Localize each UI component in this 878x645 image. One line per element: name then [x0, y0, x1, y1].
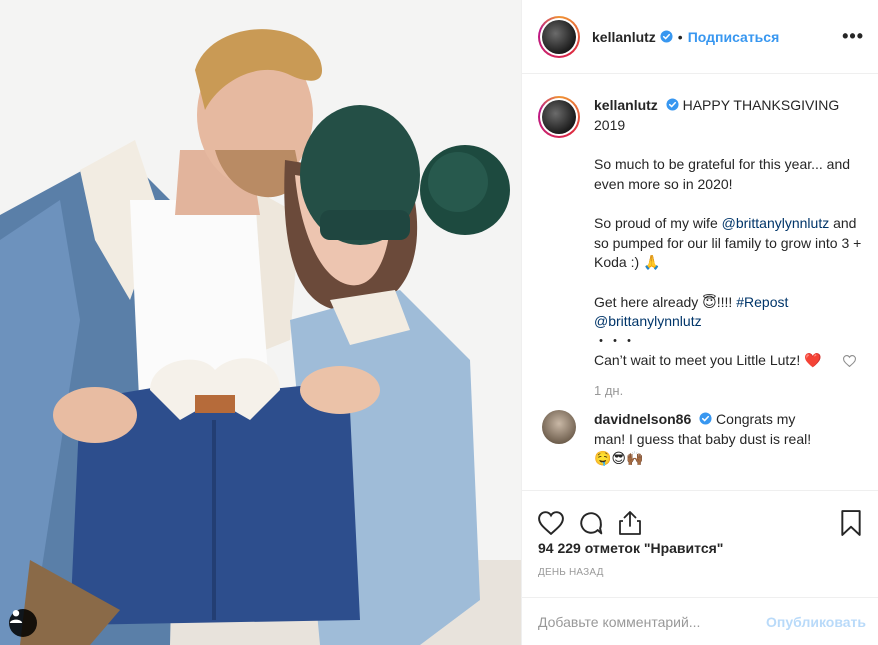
verified-badge-icon — [660, 30, 673, 43]
caption-timestamp[interactable]: 1 дн. — [594, 381, 862, 401]
mention-link[interactable]: @brittanylynnlutz — [722, 215, 830, 231]
caption: kellanlutz HAPPY THANKSGIVING 2019 So mu… — [538, 96, 862, 400]
separator-dot: • — [677, 28, 683, 45]
like-button[interactable] — [538, 510, 564, 535]
action-bar — [522, 490, 878, 542]
caption-line-2: So much to be grateful for this year... … — [594, 156, 851, 192]
post-header: kellanlutz • Подписаться ••• — [522, 0, 878, 74]
instagram-post: kellanlutz • Подписаться ••• kellanlutz — [0, 0, 878, 645]
commenter-avatar[interactable] — [542, 410, 576, 444]
comment-like-icon[interactable] — [843, 355, 856, 367]
comment-item: davidnelson86 Congrats my man! I guess t… — [538, 410, 862, 469]
more-options-button[interactable]: ••• — [842, 26, 864, 47]
commenter-username[interactable]: davidnelson86 — [594, 411, 691, 427]
mention-link[interactable]: @brittanylynnlutz — [594, 313, 702, 329]
caption-line-5: ・・・ — [594, 332, 636, 349]
caption-avatar[interactable] — [538, 96, 580, 138]
caption-line-6: Can’t wait to meet you Little Lutz! ❤️ — [594, 352, 822, 368]
caption-line-3: So proud of my wife @brittanylynnlutz an… — [594, 215, 862, 270]
heart-icon — [538, 510, 564, 535]
publish-button[interactable]: Опубликовать — [766, 614, 866, 630]
caption-line-4: Get here already 😇!!!! #Repost @brittanyl… — [594, 293, 789, 330]
comment-form: Опубликовать — [522, 597, 878, 645]
user-tag-button[interactable] — [9, 609, 37, 637]
verified-badge-icon — [666, 98, 679, 111]
bookmark-icon — [841, 509, 861, 536]
hashtag-link[interactable]: #Repost — [736, 294, 788, 310]
comment-icon — [580, 511, 603, 534]
author-avatar[interactable] — [538, 15, 580, 58]
author-username[interactable]: kellanlutz — [592, 29, 656, 45]
user-tag-icon — [9, 610, 23, 623]
likes-count[interactable]: 94 229 отметок "Нравится" — [538, 540, 723, 556]
share-button[interactable] — [618, 510, 642, 536]
save-button[interactable] — [840, 509, 862, 536]
verified-badge-icon — [699, 412, 712, 425]
follow-button[interactable]: Подписаться — [688, 29, 780, 45]
comments-area[interactable]: kellanlutz HAPPY THANKSGIVING 2019 So mu… — [522, 74, 878, 490]
comment-input[interactable] — [538, 613, 767, 630]
comment-button[interactable] — [578, 510, 604, 536]
caption-username[interactable]: kellanlutz — [594, 97, 658, 113]
couple-photo — [0, 0, 521, 645]
post-side-panel: kellanlutz • Подписаться ••• kellanlutz — [521, 0, 878, 645]
share-icon — [619, 510, 641, 535]
post-date[interactable]: день назад — [538, 567, 604, 578]
post-photo[interactable] — [0, 0, 521, 645]
